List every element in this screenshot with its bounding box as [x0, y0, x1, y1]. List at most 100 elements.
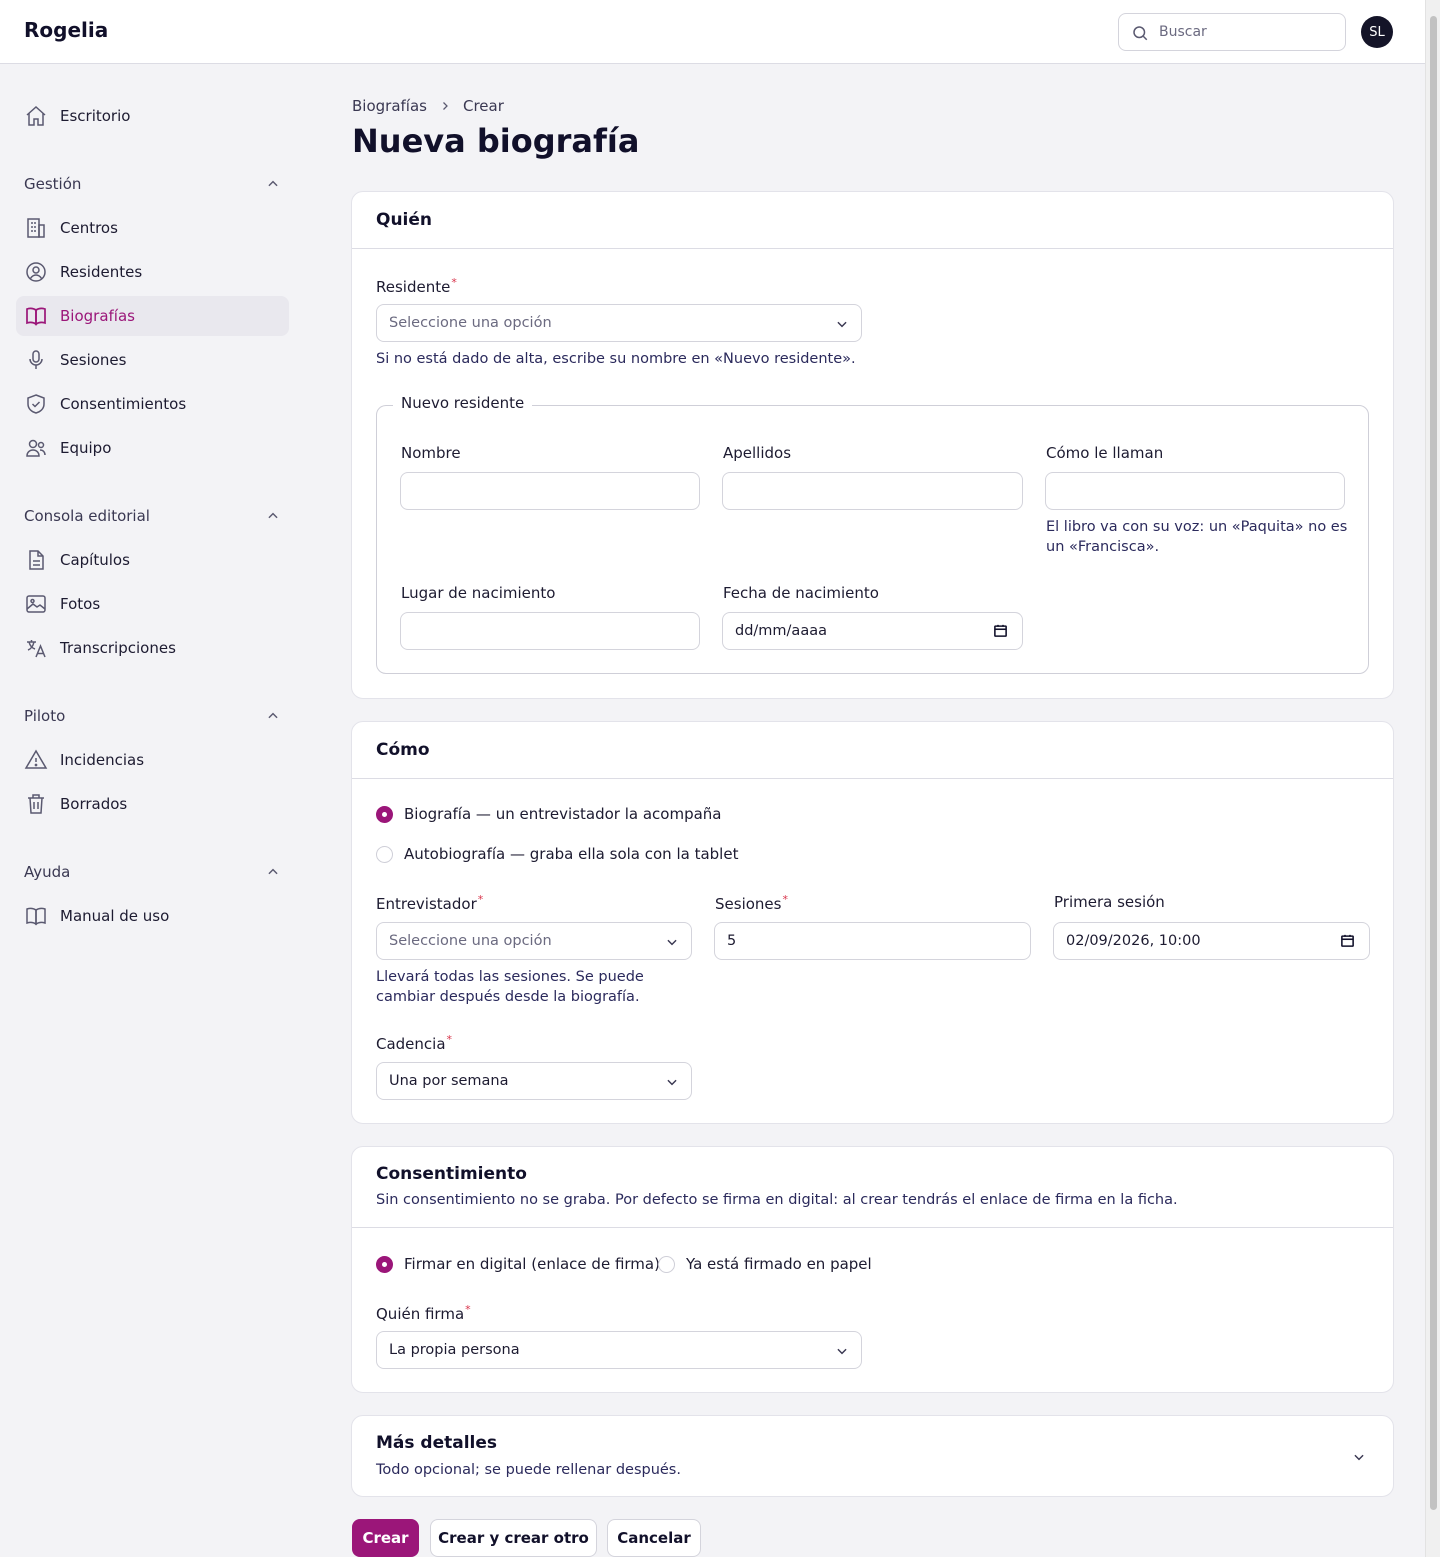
- sidebar-item-biografias[interactable]: Biografías: [16, 296, 289, 336]
- label-text: Entrevistador: [376, 895, 477, 913]
- nav-group-gestion[interactable]: Gestión: [24, 172, 280, 196]
- nav-group-consola-editorial[interactable]: Consola editorial: [24, 504, 280, 528]
- radio-dot-selected[interactable]: [376, 805, 393, 823]
- label-text: Residente: [376, 278, 451, 296]
- required-marker: *: [782, 893, 788, 906]
- calendar-icon[interactable]: [1340, 933, 1355, 948]
- page-title: Nueva biografía: [352, 122, 640, 160]
- nav-group-label: Ayuda: [24, 863, 71, 881]
- fecha-nacimiento-label: Fecha de nacimiento: [723, 584, 879, 602]
- sidebar-item-label: Capítulos: [60, 551, 130, 569]
- sidebar-item-borrados[interactable]: Borrados: [16, 784, 289, 824]
- required-marker: *: [446, 1033, 453, 1046]
- building-icon: [27, 218, 45, 238]
- user-circle-icon: [26, 262, 46, 282]
- select-value: Una por semana: [389, 1073, 509, 1089]
- cadencia-label: Cadencia*: [376, 1033, 452, 1053]
- avatar[interactable]: SL: [1361, 16, 1393, 48]
- radio-dot-selected[interactable]: [376, 1255, 393, 1273]
- calendar-icon[interactable]: [993, 623, 1008, 638]
- book-open-icon: [26, 907, 46, 926]
- nav-group-label: Gestión: [24, 175, 82, 193]
- chevron-up-icon: [268, 180, 278, 187]
- create-another-button[interactable]: Crear y crear otro: [430, 1519, 597, 1557]
- breadcrumb-current: Crear: [462, 97, 504, 115]
- scrollbar-thumb[interactable]: [1430, 16, 1437, 1510]
- chevron-up-icon: [268, 512, 278, 519]
- sidebar-item-capitulos[interactable]: Capítulos: [16, 540, 289, 580]
- section-header: Quién: [352, 192, 1393, 249]
- translate-icon: [27, 640, 46, 658]
- lugar-nacimiento-field[interactable]: [400, 612, 700, 650]
- select-placeholder: Seleccione una opción: [389, 315, 552, 331]
- quien-firma-select[interactable]: La propia persona: [376, 1331, 862, 1369]
- sidebar-item-fotos[interactable]: Fotos: [16, 584, 289, 624]
- required-marker: *: [477, 893, 484, 906]
- home-icon: [26, 105, 46, 126]
- nombre-field[interactable]: [400, 472, 700, 510]
- primera-sesion-label: Primera sesión: [1054, 893, 1165, 911]
- residente-select[interactable]: Seleccione una opción: [376, 304, 862, 342]
- nombre-label: Nombre: [401, 444, 461, 462]
- brand-logo[interactable]: Rogelia: [24, 18, 108, 42]
- sidebar-item-sesiones[interactable]: Sesiones: [16, 340, 289, 380]
- cancel-button[interactable]: Cancelar: [607, 1519, 701, 1557]
- radio-label: Ya está firmado en papel: [686, 1255, 872, 1273]
- section-consentimiento: Consentimiento Sin consentimiento no se …: [351, 1146, 1394, 1393]
- radio-label: Firmar en digital (enlace de firma): [404, 1255, 660, 1273]
- input-value: 5: [727, 933, 737, 949]
- hint-line: Llevará todas las sesiones. Se puede: [376, 969, 644, 985]
- breadcrumb-parent[interactable]: Biografías: [352, 97, 427, 115]
- como-le-llaman-label: Cómo le llaman: [1046, 444, 1164, 462]
- sidebar-item-label: Incidencias: [60, 751, 145, 769]
- radio-dot[interactable]: [376, 845, 393, 863]
- primera-sesion-input[interactable]: 02/09/2026, 10:00: [1053, 922, 1370, 960]
- section-description: Sin consentimiento no se graba. Por defe…: [376, 1192, 1178, 1208]
- apellidos-field[interactable]: [722, 472, 1023, 510]
- nav-group-piloto[interactable]: Piloto: [24, 704, 280, 728]
- como-le-llaman-hint: El libro va con su voz: un «Paquita» no …: [1046, 517, 1347, 557]
- sidebar-item-transcripciones[interactable]: Transcripciones: [16, 628, 289, 668]
- search-input[interactable]: [1159, 22, 1339, 42]
- residente-hint: Si no está dado de alta, escribe su nomb…: [376, 351, 856, 367]
- required-marker: *: [451, 276, 457, 289]
- chevron-down-icon[interactable]: [1352, 1450, 1366, 1464]
- apellidos-label: Apellidos: [723, 444, 792, 462]
- radio-firmar-digital[interactable]: Firmar en digital (enlace de firma): [376, 1255, 660, 1273]
- sesiones-input[interactable]: 5: [714, 922, 1031, 960]
- nav-group-label: Consola editorial: [24, 507, 150, 525]
- sidebar-item-manual-de-uso[interactable]: Manual de uso: [16, 896, 289, 936]
- nav-group-ayuda[interactable]: Ayuda: [24, 860, 280, 884]
- sidebar-item-centros[interactable]: Centros: [16, 208, 289, 248]
- select-value: La propia persona: [389, 1342, 520, 1358]
- como-le-llaman-field[interactable]: [1045, 472, 1345, 510]
- create-button[interactable]: Crear: [352, 1519, 419, 1557]
- entrevistador-select[interactable]: Seleccione una opción: [376, 922, 692, 960]
- sidebar-item-escritorio[interactable]: Escritorio: [16, 96, 289, 136]
- sesiones-label: Sesiones*: [715, 893, 788, 913]
- scrollbar[interactable]: [1425, 0, 1440, 1557]
- cadencia-select[interactable]: Una por semana: [376, 1062, 692, 1100]
- radio-autobiografia[interactable]: Autobiografía — graba ella sola con la t…: [376, 845, 738, 863]
- sidebar-item-label: Consentimientos: [60, 395, 187, 413]
- radio-biografia[interactable]: Biografía — un entrevistador la acompaña: [376, 805, 722, 823]
- section-title: Consentimiento: [376, 1164, 527, 1184]
- search-box[interactable]: [1118, 13, 1346, 51]
- section-mas-detalles[interactable]: Más detalles Todo opcional; se puede rel…: [351, 1415, 1394, 1497]
- label-text: Quién firma: [376, 1305, 465, 1323]
- sidebar-item-label: Residentes: [60, 263, 143, 281]
- radio-firmado-papel[interactable]: Ya está firmado en papel: [658, 1255, 872, 1273]
- quien-firma-label: Quién firma*: [376, 1303, 471, 1323]
- sidebar-item-residentes[interactable]: Residentes: [16, 252, 289, 292]
- photo-icon: [26, 595, 46, 613]
- fecha-nacimiento-field[interactable]: dd/mm/aaaa: [722, 612, 1023, 650]
- section-header: Cómo: [352, 722, 1393, 779]
- nuevo-residente-fieldset: Nuevo residente Nombre Apellidos Cómo le…: [376, 394, 1369, 674]
- sidebar-item-equipo[interactable]: Equipo: [16, 428, 289, 468]
- sidebar-item-consentimientos[interactable]: Consentimientos: [16, 384, 289, 424]
- sidebar-item-incidencias[interactable]: Incidencias: [16, 740, 289, 780]
- chevron-down-icon: [837, 321, 847, 328]
- section-title: Quién: [376, 210, 433, 230]
- radio-dot[interactable]: [658, 1255, 675, 1273]
- chevron-down-icon: [837, 1348, 847, 1355]
